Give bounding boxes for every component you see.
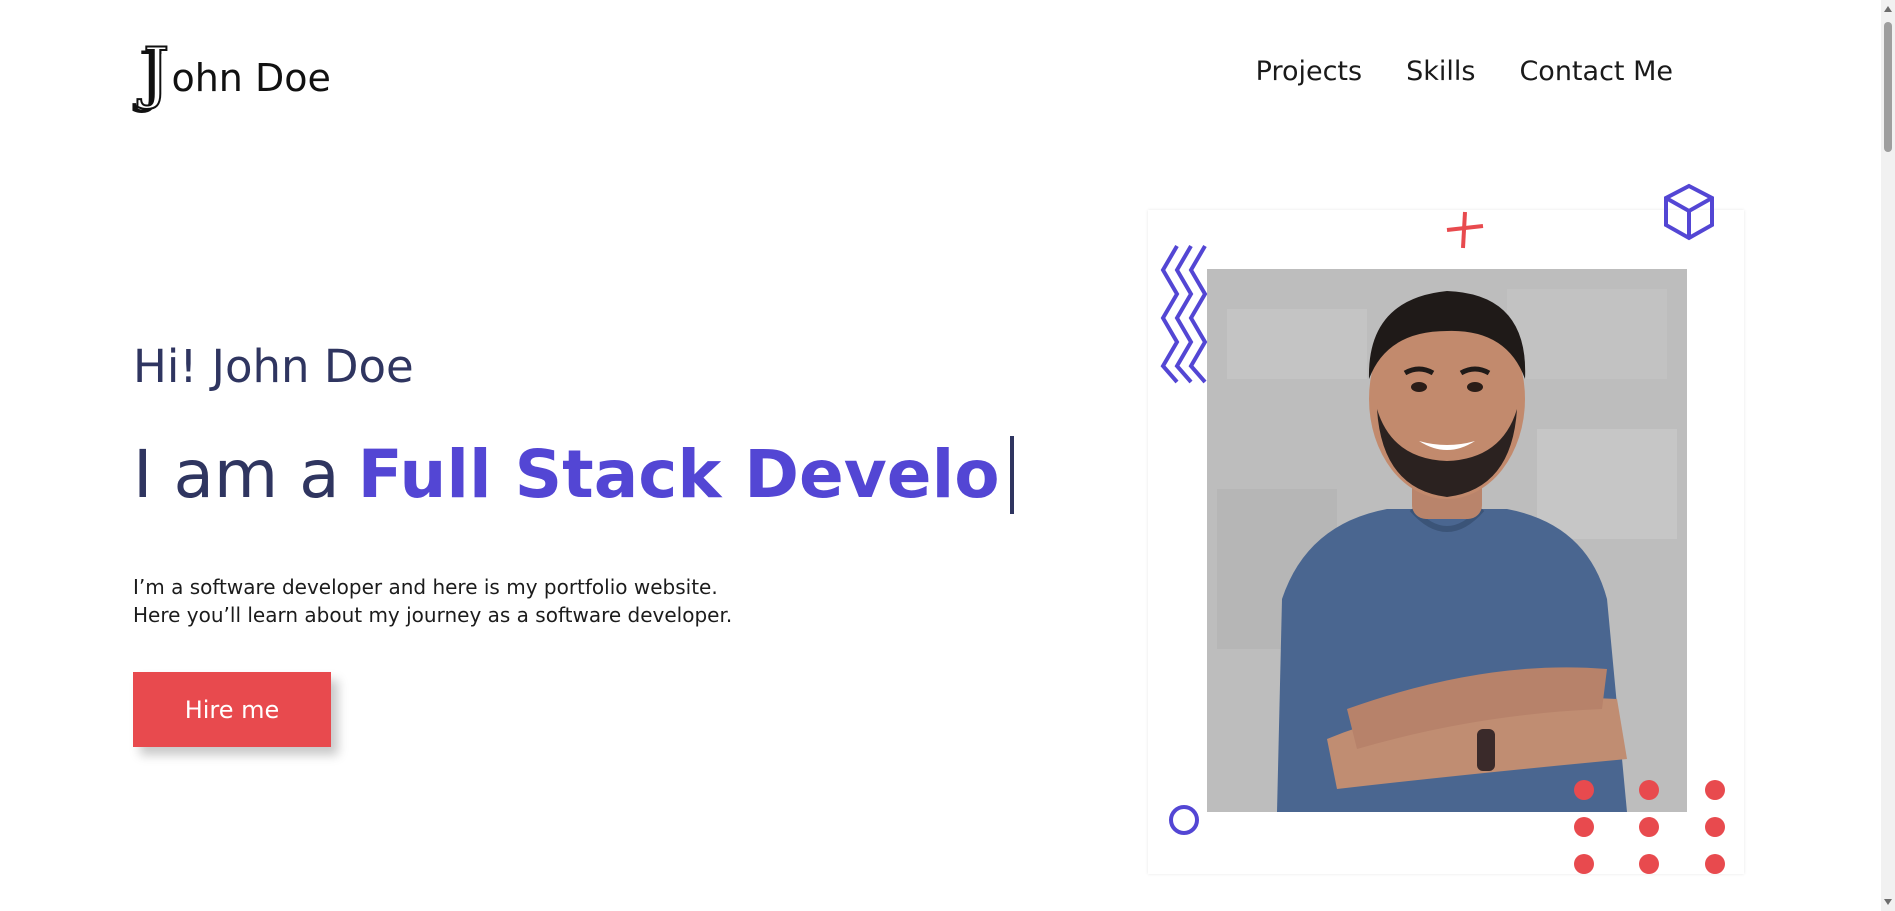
dots-grid-decoration [1574, 780, 1725, 874]
hire-me-button[interactable]: Hire me [133, 672, 331, 747]
role-typed-text: Full Stack Develo [357, 436, 1000, 513]
intro-line-1: I’m a software developer and here is my … [133, 575, 718, 599]
intro-line-2: Here you’ll learn about my journey as a … [133, 603, 733, 627]
site-logo[interactable]: J ohn Doe [142, 34, 331, 111]
circle-decoration [1169, 805, 1199, 835]
main-nav: Projects Skills Contact Me [1256, 56, 1673, 87]
hero-greeting: Hi! John Doe [133, 340, 414, 393]
plus-icon [1446, 211, 1484, 249]
zigzag-decoration [1160, 244, 1208, 384]
nav-projects[interactable]: Projects [1256, 56, 1362, 87]
hero-intro: I’m a software developer and here is my … [133, 573, 732, 629]
typing-caret [1009, 436, 1014, 514]
page-scrollbar[interactable] [1881, 0, 1895, 911]
scrollbar-thumb[interactable] [1884, 22, 1892, 152]
logo-initial: J [142, 34, 171, 111]
portfolio-page: J ohn Doe Projects Skills Contact Me Hi!… [0, 0, 1895, 911]
scroll-up-arrow-icon[interactable] [1884, 6, 1892, 12]
role-prefix: I am a [133, 436, 340, 513]
cube-icon [1664, 183, 1714, 241]
hero-role: I am a Full Stack Develo [133, 436, 1014, 514]
profile-photo-illustration [1207, 269, 1687, 812]
nav-skills[interactable]: Skills [1406, 56, 1475, 87]
scroll-down-arrow-icon[interactable] [1884, 899, 1892, 905]
profile-photo [1207, 269, 1687, 812]
nav-contact-me[interactable]: Contact Me [1519, 56, 1673, 87]
logo-text: ohn Doe [171, 56, 331, 100]
